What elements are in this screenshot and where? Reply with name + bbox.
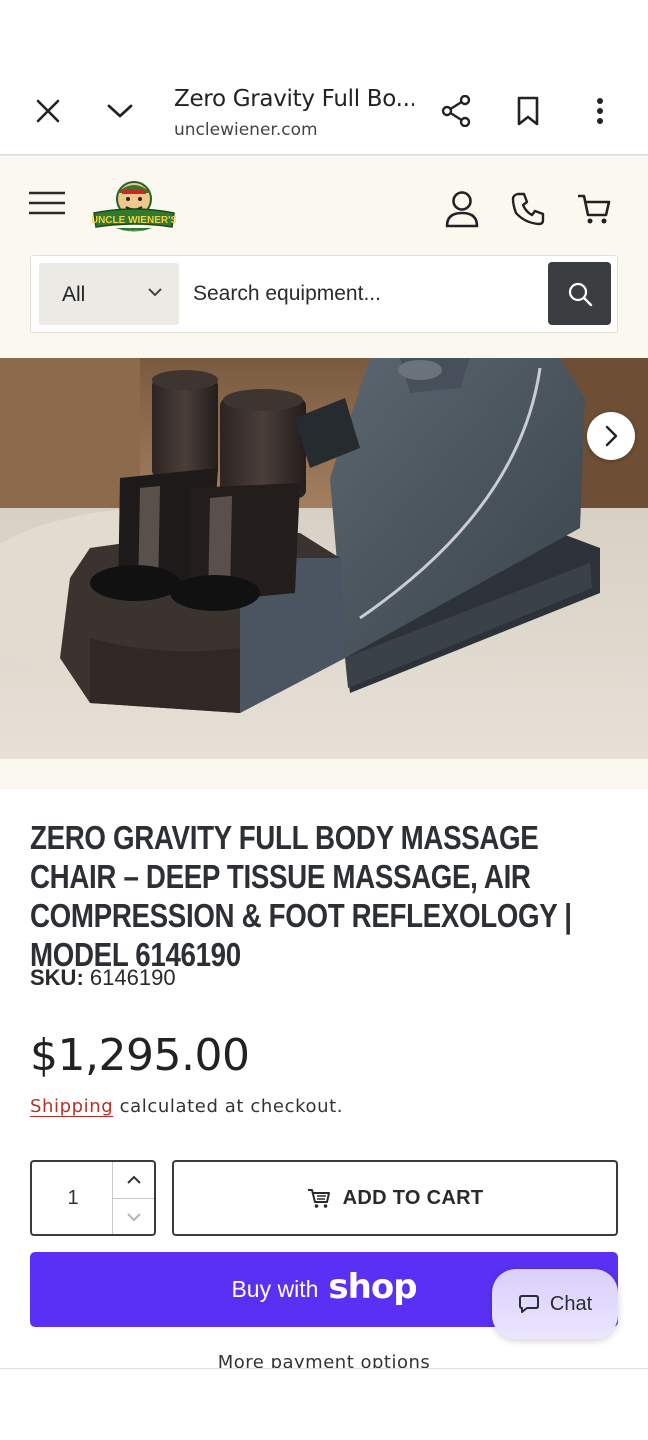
svg-text:UNCLE WIENER'S: UNCLE WIENER'S xyxy=(92,215,176,226)
shipping-note: Shipping calculated at checkout. xyxy=(30,1096,343,1117)
bookmark-button[interactable] xyxy=(508,91,548,131)
site-logo[interactable]: UNCLE WIENER'S WHOLESALE xyxy=(91,179,177,237)
buy-with-label: Buy with xyxy=(231,1276,319,1302)
cart-icon xyxy=(578,194,611,224)
close-icon xyxy=(36,99,60,123)
gallery-strip xyxy=(0,759,648,789)
chat-label: Chat xyxy=(549,1292,593,1315)
sku-value: 6146190 xyxy=(89,965,176,990)
shipping-link[interactable]: Shipping xyxy=(30,1096,113,1117)
menu-button[interactable] xyxy=(28,189,68,229)
search-bar: All xyxy=(30,255,618,333)
minimize-tab-button[interactable] xyxy=(100,91,140,131)
product-sku: SKU: 6146190 xyxy=(30,965,176,991)
shop-pay-logo: shop xyxy=(328,1266,417,1307)
share-button[interactable] xyxy=(436,91,476,131)
search-input[interactable] xyxy=(183,264,543,324)
close-tab-button[interactable] xyxy=(28,91,68,131)
more-options-button[interactable] xyxy=(580,91,620,131)
chevron-down-icon xyxy=(107,104,133,118)
chat-icon xyxy=(518,1295,539,1313)
more-payment-options-link[interactable]: More payment options xyxy=(0,1352,648,1368)
sku-label: SKU: xyxy=(30,965,84,990)
chevron-down-icon xyxy=(148,288,162,297)
search-category-label: All xyxy=(62,283,86,306)
tab-title: Zero Gravity Full Bo... xyxy=(174,86,414,112)
share-icon xyxy=(441,95,471,127)
quantity-stepper: 1 xyxy=(30,1160,156,1236)
phone-button[interactable] xyxy=(508,187,548,231)
more-vert-icon xyxy=(597,98,603,124)
svg-text:WHOLESALE: WHOLESALE xyxy=(122,229,147,234)
browser-toolbar: Zero Gravity Full Bo... unclewiener.com xyxy=(0,74,648,156)
add-to-cart-label: ADD TO CART xyxy=(342,1186,484,1209)
quantity-increase-button[interactable] xyxy=(112,1162,154,1199)
phone-icon xyxy=(511,192,545,226)
cart-icon xyxy=(307,1189,330,1208)
cart-button[interactable] xyxy=(574,187,614,231)
search-icon xyxy=(568,282,592,306)
quantity-input[interactable]: 1 xyxy=(32,1162,114,1234)
quantity-decrease-button[interactable] xyxy=(112,1199,154,1234)
chat-button[interactable]: Chat xyxy=(492,1269,618,1339)
account-icon xyxy=(445,191,479,228)
tab-url[interactable]: unclewiener.com xyxy=(174,120,318,140)
account-button[interactable] xyxy=(442,187,482,231)
site-header: UNCLE WIENER'S WHOLESALE All xyxy=(0,157,648,358)
search-button[interactable] xyxy=(548,262,611,325)
shipping-text: calculated at checkout. xyxy=(119,1096,344,1117)
product-image[interactable] xyxy=(0,358,648,759)
add-to-cart-button[interactable]: ADD TO CART xyxy=(172,1160,618,1236)
chevron-down-icon xyxy=(126,1212,141,1221)
search-category-select[interactable]: All xyxy=(39,263,179,325)
product-title: Zero Gravity Full Body Massage Chair – D… xyxy=(30,819,572,973)
next-image-button[interactable] xyxy=(587,412,635,460)
product-price: $1,295.00 xyxy=(30,1030,250,1081)
divider xyxy=(0,1368,648,1369)
bookmark-icon xyxy=(517,96,539,126)
chevron-right-icon xyxy=(605,425,618,447)
chevron-up-icon xyxy=(126,1175,141,1184)
menu-icon xyxy=(29,191,65,215)
